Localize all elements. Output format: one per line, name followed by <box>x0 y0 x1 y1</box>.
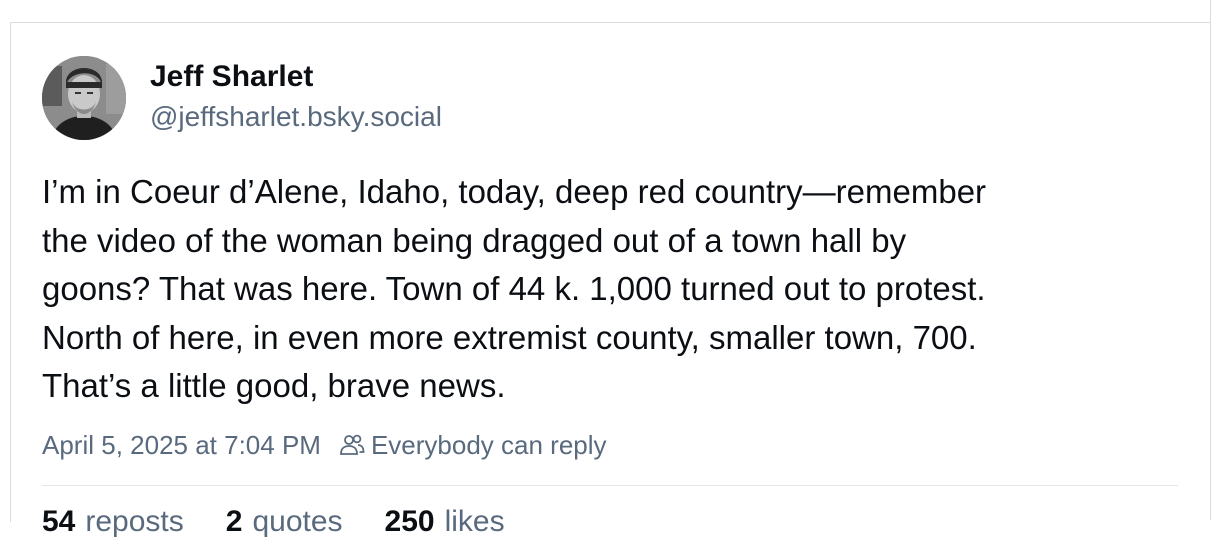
stat-label: reposts <box>85 505 184 538</box>
post-stats: 54 reposts 2 quotes 250 likes <box>42 505 547 539</box>
post-text-line: That’s a little good, brave news. <box>42 367 506 404</box>
stat-count: 250 <box>384 505 435 538</box>
post-card: Jeff Sharlet @jeffsharlet.bsky.social I’… <box>0 0 1220 538</box>
author-avatar[interactable] <box>42 56 126 140</box>
post-text-line: I’m in Coeur d’Alene, Idaho, today, deep… <box>42 173 987 210</box>
stat-label: quotes <box>252 505 343 538</box>
author-name[interactable]: Jeff Sharlet <box>150 60 313 94</box>
stat-label: likes <box>444 505 505 538</box>
post-text-line: the video of the woman being dragged out… <box>42 221 907 259</box>
left-border <box>10 22 11 522</box>
top-border <box>10 22 1210 23</box>
right-border <box>1210 0 1211 520</box>
avatar-portrait-icon <box>42 56 126 140</box>
stat-reposts[interactable]: 54 reposts <box>42 505 184 539</box>
people-icon <box>339 432 365 458</box>
stat-count: 54 <box>42 505 76 538</box>
divider <box>42 485 1178 486</box>
post-meta: April 5, 2025 at 7:04 PM Everybody can r… <box>42 427 607 463</box>
post-text-line: goons? That was here. Town of 44 k. 1,00… <box>42 270 986 307</box>
stat-likes[interactable]: 250 likes <box>385 505 505 539</box>
stat-count: 2 <box>225 505 243 538</box>
post-text-line: North of here, in even more extremist co… <box>42 318 977 356</box>
post-text: I’m in Coeur d’Alene, Idaho, today, deep… <box>42 168 1192 411</box>
author-handle[interactable]: @jeffsharlet.bsky.social <box>150 101 442 133</box>
stat-quotes[interactable]: 2 quotes <box>226 505 343 539</box>
post-timestamp[interactable]: April 5, 2025 at 7:04 PM <box>42 430 321 461</box>
reply-setting-label[interactable]: Everybody can reply <box>371 430 607 461</box>
